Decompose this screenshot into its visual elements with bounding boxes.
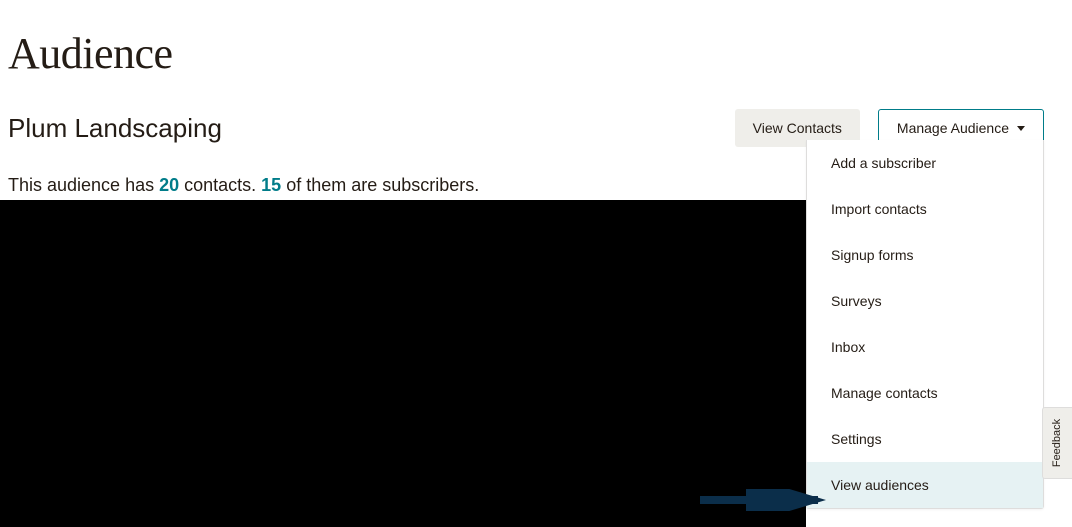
dropdown-item-manage-contacts[interactable]: Manage contacts [807,370,1043,416]
content-area [0,200,806,527]
dropdown-item-signup-forms[interactable]: Signup forms [807,232,1043,278]
manage-audience-dropdown: Add a subscriber Import contacts Signup … [806,140,1044,509]
contacts-count[interactable]: 20 [159,175,179,195]
dropdown-item-settings[interactable]: Settings [807,416,1043,462]
subscribers-count[interactable]: 15 [261,175,281,195]
dropdown-item-add-subscriber[interactable]: Add a subscriber [807,140,1043,186]
view-contacts-label: View Contacts [753,120,842,136]
dropdown-item-import-contacts[interactable]: Import contacts [807,186,1043,232]
feedback-tab[interactable]: Feedback [1042,407,1072,479]
dropdown-item-surveys[interactable]: Surveys [807,278,1043,324]
stats-mid1: contacts. [179,175,261,195]
chevron-down-icon [1017,126,1025,131]
dropdown-item-view-audiences[interactable]: View audiences [807,462,1043,508]
stats-suffix: of them are subscribers. [281,175,479,195]
feedback-label: Feedback [1052,419,1064,467]
page-title: Audience [0,0,1072,79]
dropdown-item-inbox[interactable]: Inbox [807,324,1043,370]
audience-name: Plum Landscaping [8,113,222,144]
header-row: Plum Landscaping View Contacts Manage Au… [0,79,1072,147]
manage-audience-label: Manage Audience [897,120,1009,136]
stats-prefix: This audience has [8,175,159,195]
